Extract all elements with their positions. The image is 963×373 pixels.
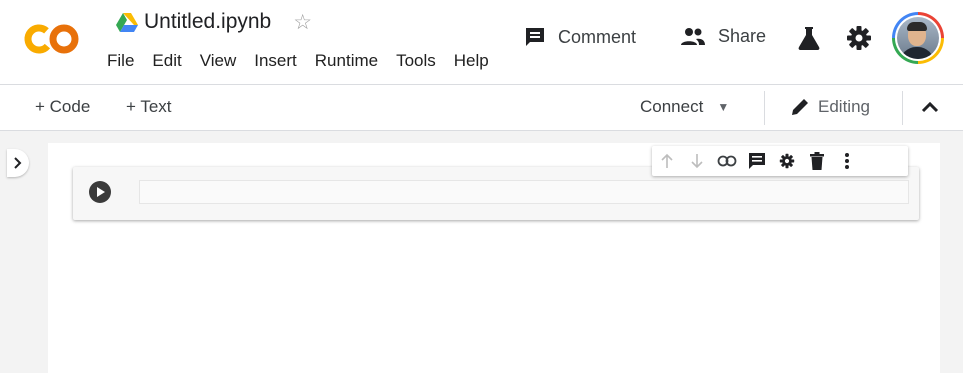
menu-runtime[interactable]: Runtime	[315, 51, 378, 71]
comment-label: Comment	[558, 26, 637, 47]
cell-toolbar	[652, 146, 908, 176]
run-cell-button[interactable]	[89, 181, 111, 203]
menu-insert[interactable]: Insert	[254, 51, 297, 71]
more-vert-icon[interactable]	[832, 146, 862, 176]
code-editor[interactable]	[139, 180, 909, 204]
add-code-button[interactable]: + Code	[35, 97, 90, 117]
notebook-title[interactable]: Untitled.ipynb	[144, 10, 271, 34]
avatar[interactable]	[892, 12, 944, 64]
chevron-up-icon[interactable]	[920, 99, 940, 115]
pencil-icon	[792, 99, 808, 115]
right-gutter	[940, 132, 963, 373]
arrow-up-icon[interactable]	[652, 146, 682, 176]
comment-icon[interactable]	[742, 146, 772, 176]
gear-icon[interactable]	[772, 146, 802, 176]
header-bar: Untitled.ipynb ☆ File Edit View Insert R…	[0, 0, 963, 84]
toolbar-divider	[764, 91, 765, 125]
people-icon	[681, 27, 705, 45]
connect-label: Connect	[640, 97, 704, 116]
flask-icon[interactable]	[794, 23, 824, 53]
menu-tools[interactable]: Tools	[396, 51, 436, 71]
google-drive-icon	[116, 13, 138, 32]
caret-down-icon: ▼	[717, 100, 730, 114]
gear-icon[interactable]	[844, 23, 874, 53]
comment-button[interactable]: Comment	[524, 26, 636, 48]
notebook-toolbar: + Code + Text Connect ▼ Editing	[0, 85, 963, 131]
editing-mode-button[interactable]: Editing	[790, 97, 870, 117]
toolbar-divider	[902, 91, 903, 125]
share-label: Share	[718, 26, 767, 46]
title-row: Untitled.ipynb ☆	[116, 10, 312, 34]
menu-file[interactable]: File	[107, 51, 134, 71]
trash-icon[interactable]	[802, 146, 832, 176]
menu-view[interactable]: View	[200, 51, 237, 71]
arrow-down-icon[interactable]	[682, 146, 712, 176]
star-outline-icon[interactable]: ☆	[293, 12, 312, 33]
editing-label: Editing	[818, 97, 870, 116]
avatar-photo	[897, 17, 939, 59]
comment-icon	[526, 28, 544, 46]
colab-logo-icon[interactable]	[24, 22, 80, 56]
link-icon[interactable]	[712, 146, 742, 176]
add-text-button[interactable]: + Text	[126, 97, 172, 117]
connect-button[interactable]: Connect ▼	[640, 97, 729, 117]
menu-bar: File Edit View Insert Runtime Tools Help	[107, 51, 507, 71]
chevron-right-icon	[14, 157, 22, 169]
menu-edit[interactable]: Edit	[152, 51, 181, 71]
share-button[interactable]: Share	[680, 26, 766, 47]
menu-help[interactable]: Help	[454, 51, 489, 71]
